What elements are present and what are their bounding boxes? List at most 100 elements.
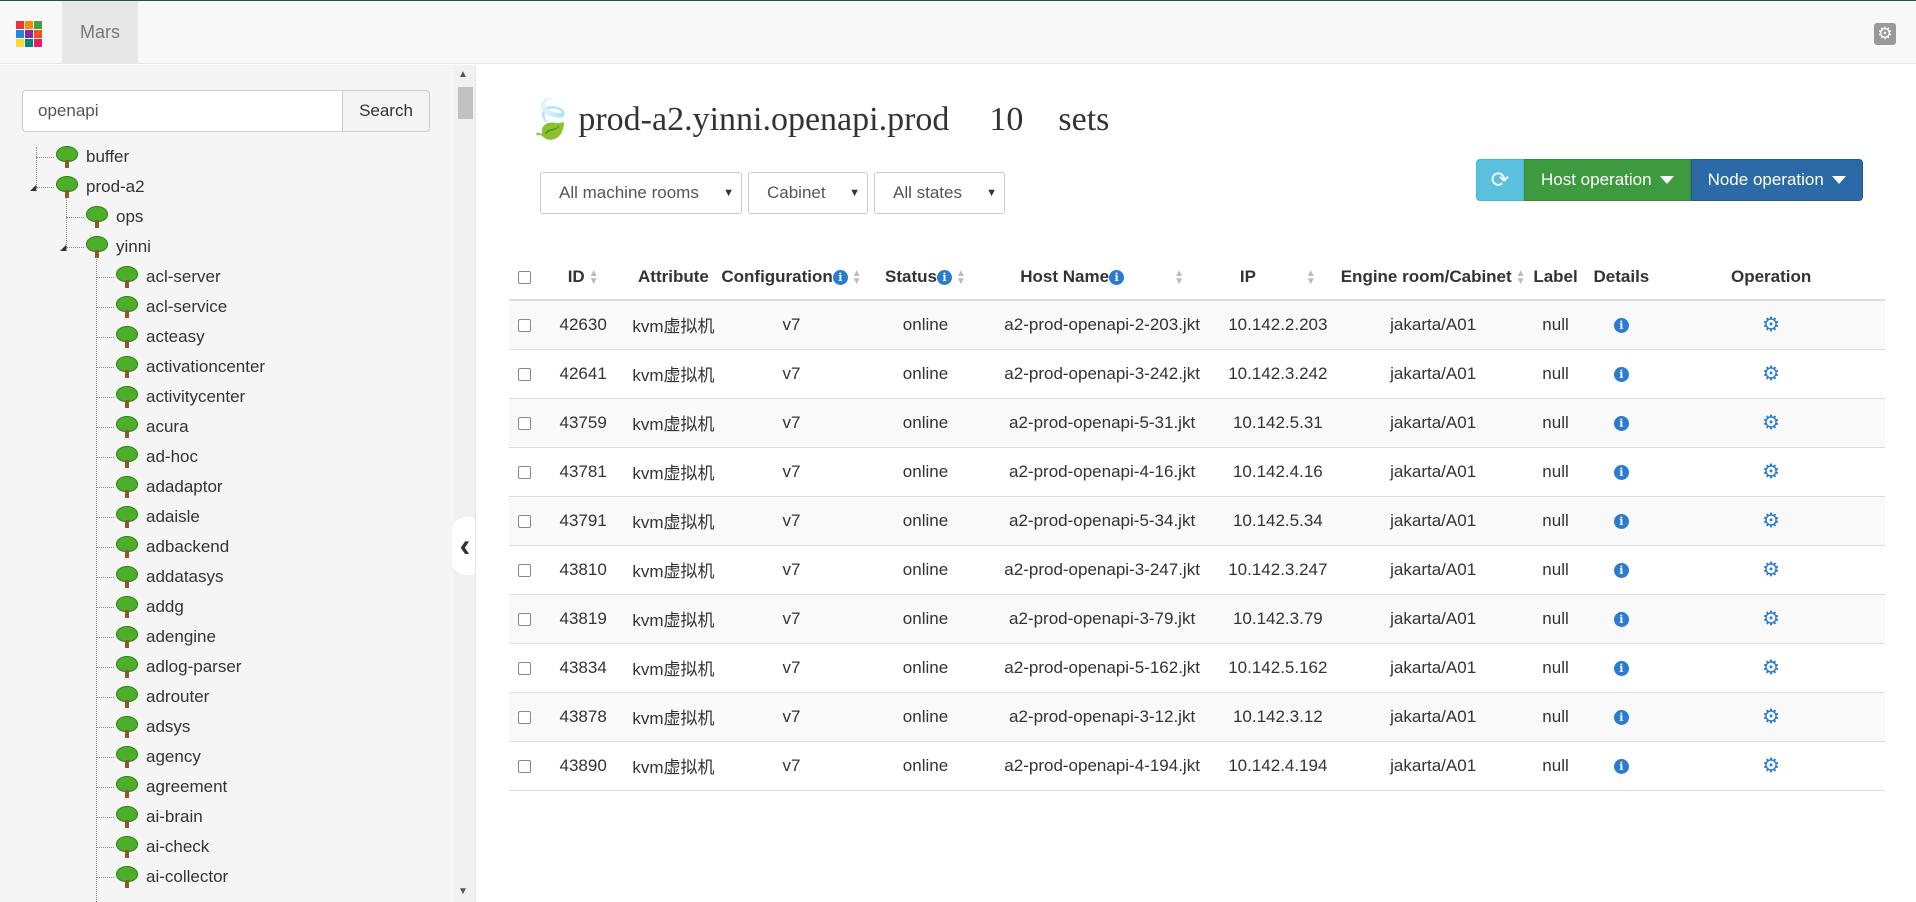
sort-icon[interactable]: ▲ ▼ [1306,268,1316,286]
tree-node-label[interactable]: ai-check [146,837,209,857]
tree-node-label[interactable]: adengine [146,627,216,647]
node-operation-button[interactable]: Node operation [1690,159,1863,201]
tree-node-label[interactable]: ai-collector [146,867,228,887]
column-header-label[interactable]: Label [1525,255,1586,301]
operation-gear-icon[interactable]: ⚙ [1762,314,1780,336]
tree-node[interactable]: acura [116,415,189,439]
sort-icon[interactable]: ▲ ▼ [589,268,599,286]
operation-gear-icon[interactable]: ⚙ [1762,559,1780,581]
details-info-icon[interactable]: i [1613,611,1629,627]
details-info-icon[interactable]: i [1613,415,1629,431]
tree-node-label[interactable]: adbackend [146,537,229,557]
tree-expand-toggle-icon[interactable]: ◢ [60,243,66,252]
row-checkbox[interactable] [518,367,532,381]
row-checkbox[interactable] [518,318,532,332]
tree-node[interactable]: addatasys [116,565,224,589]
tree-node[interactable]: buffer [56,145,129,169]
info-icon[interactable]: i [1109,270,1125,286]
tree-node-label[interactable]: acura [146,417,189,437]
operation-gear-icon[interactable]: ⚙ [1762,363,1780,385]
tree-node-label[interactable]: agreement [146,777,227,797]
operation-gear-icon[interactable]: ⚙ [1762,755,1780,777]
tree-node[interactable]: adrouter [116,685,209,709]
tree-node[interactable]: ai-brain [116,805,203,829]
column-header-ip[interactable]: IP ▲ ▼ [1214,255,1341,301]
tree-node[interactable]: activationcenter [116,355,265,379]
tree-node-label[interactable]: buffer [86,147,129,167]
tree-node-label[interactable]: addatasys [146,567,224,587]
operation-gear-icon[interactable]: ⚙ [1762,706,1780,728]
tree-node[interactable]: acl-service [116,295,227,319]
tree-node[interactable]: acteasy [116,325,205,349]
tree-node[interactable]: ops [86,205,143,229]
details-info-icon[interactable]: i [1613,660,1629,676]
sidebar-scrollbar[interactable] [454,65,475,902]
sort-icon[interactable]: ▲ ▼ [1174,268,1184,286]
operation-gear-icon[interactable]: ⚙ [1762,510,1780,532]
operation-gear-icon[interactable]: ⚙ [1762,657,1780,679]
row-checkbox[interactable] [518,563,532,577]
tree-node-label[interactable]: addg [146,597,184,617]
tree-node-label[interactable]: ad-hoc [146,447,198,467]
tree-node-label[interactable]: adadaptor [146,477,223,497]
row-checkbox[interactable] [518,612,532,626]
tree-node[interactable]: yinni [86,235,151,259]
select-all-checkbox[interactable] [518,271,532,285]
column-header-host-name[interactable]: Host Name i ▲ ▼ [989,255,1215,301]
details-info-icon[interactable]: i [1613,562,1629,578]
row-checkbox[interactable] [518,759,532,773]
tree-node-label[interactable]: adrouter [146,687,209,707]
tree-node-label[interactable]: activitycenter [146,387,245,407]
tree-node[interactable]: acl-server [116,265,221,289]
tree-node-label[interactable]: prod-a2 [86,177,145,197]
refresh-button[interactable]: ⟳ [1476,159,1524,201]
operation-gear-icon[interactable]: ⚙ [1762,412,1780,434]
tree-node-label[interactable]: adaisle [146,507,200,527]
tree-node[interactable]: adsys [116,715,190,739]
row-checkbox[interactable] [518,416,532,430]
tree-node[interactable]: agreement [116,775,227,799]
tree-node-label[interactable]: acl-service [146,297,227,317]
details-info-icon[interactable]: i [1613,366,1629,382]
scrollbar-thumb[interactable] [458,87,473,119]
sort-icon[interactable]: ▲ ▼ [852,268,862,286]
details-info-icon[interactable]: i [1613,317,1629,333]
tree-expand-toggle-icon[interactable]: ◢ [30,183,36,192]
tree-node[interactable]: agency [116,745,201,769]
row-checkbox[interactable] [518,465,532,479]
tree-node-label[interactable]: acteasy [146,327,205,347]
tree-node-label[interactable]: yinni [116,237,151,257]
tree-node-label[interactable]: adlog-parser [146,657,241,677]
tree-node[interactable]: ai-collector [116,865,228,889]
tree-node[interactable]: adaisle [116,505,200,529]
cabinet-select[interactable]: Cabinet ▼ [748,172,868,214]
tree-node[interactable]: adengine [116,625,216,649]
column-header-status[interactable]: Status i ▲ ▼ [861,255,990,301]
column-header-engine-room[interactable]: Engine room/Cabinet ▲ ▼ [1340,255,1526,301]
column-header-id[interactable]: ID ▲ ▼ [540,255,626,301]
tree-node[interactable]: activitycenter [116,385,245,409]
collapse-sidebar-chevron-icon[interactable]: ‹ [452,517,475,575]
machine-room-select[interactable]: All machine rooms ▼ [540,172,742,214]
brand-tab-mars[interactable]: Mars [62,1,138,64]
tree-node[interactable]: adadaptor [116,475,223,499]
row-checkbox[interactable] [518,514,532,528]
operation-gear-icon[interactable]: ⚙ [1762,461,1780,483]
tree-node[interactable]: adlog-parser [116,655,241,679]
details-info-icon[interactable]: i [1613,709,1629,725]
row-checkbox[interactable] [518,710,532,724]
tree-node[interactable]: addg [116,595,184,619]
scroll-up-arrow-icon[interactable]: ▲ [458,69,468,80]
tree-node[interactable]: ai-check [116,835,209,859]
sort-icon[interactable]: ▲ ▼ [1516,268,1526,286]
sort-icon[interactable]: ▲ ▼ [956,268,966,286]
scroll-down-arrow-icon[interactable]: ▼ [458,886,468,897]
settings-gear-icon[interactable]: ⚙ [1874,23,1896,45]
tree-node-label[interactable]: adsys [146,717,190,737]
info-icon[interactable]: i [832,270,848,286]
tree-node[interactable]: adbackend [116,535,229,559]
info-icon[interactable]: i [937,270,952,286]
apps-grid-icon[interactable] [16,21,42,47]
host-operation-button[interactable]: Host operation [1524,159,1691,201]
tree-node[interactable]: prod-a2 [56,175,145,199]
